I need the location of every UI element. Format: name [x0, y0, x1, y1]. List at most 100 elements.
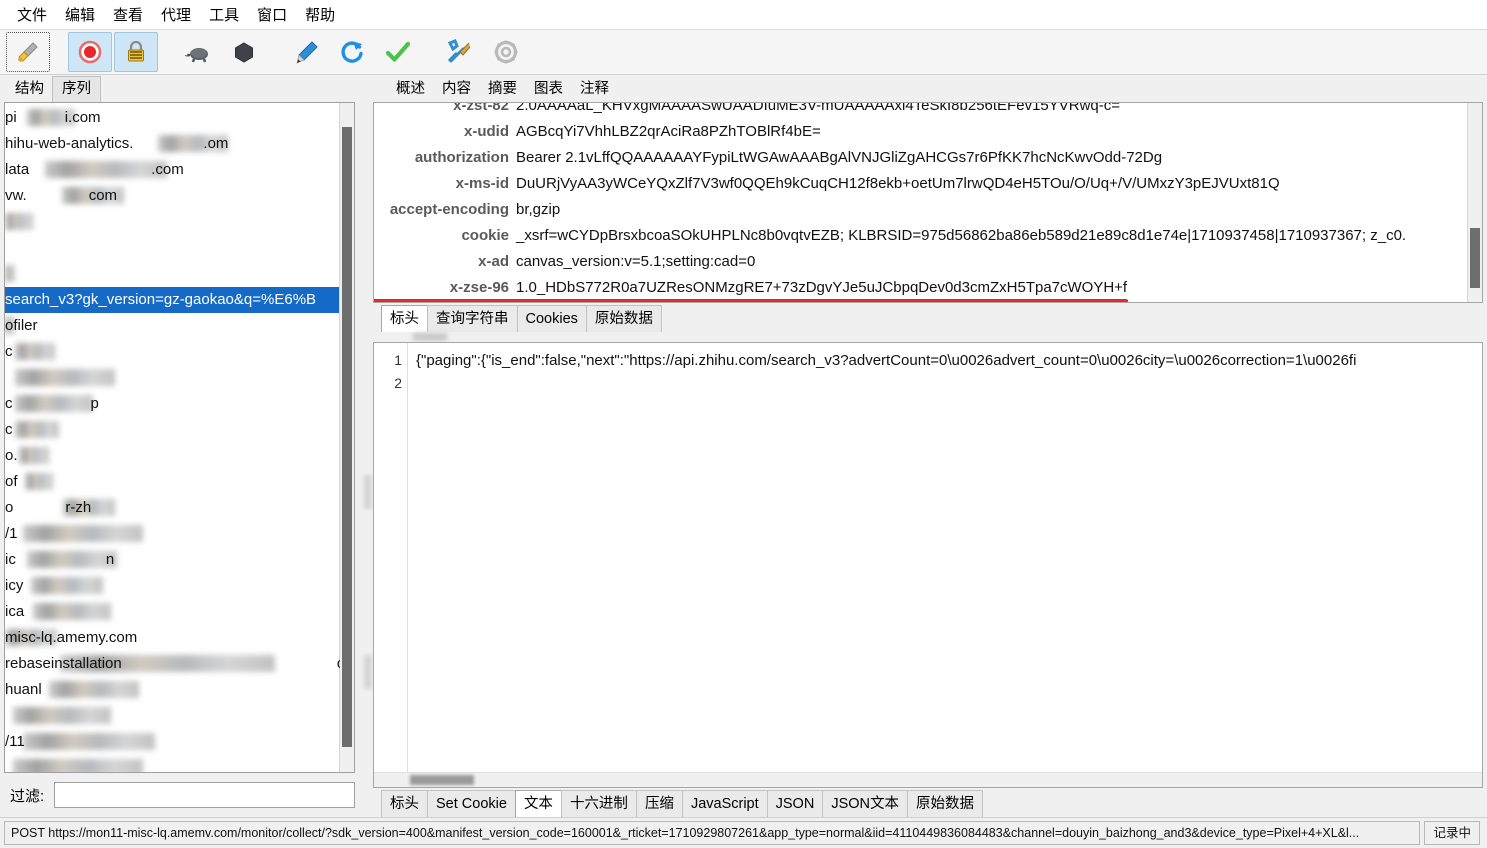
- menu-view[interactable]: 查看: [104, 1, 152, 28]
- session-tree-row[interactable]: /1: [5, 521, 340, 547]
- menu-edit[interactable]: 编辑: [56, 1, 104, 28]
- response-body-panel[interactable]: 12 {"paging":{"is_end":false,"next":"htt…: [373, 342, 1483, 788]
- session-tree-row[interactable]: rebaseinstallation om: [5, 651, 340, 677]
- subtab-json-text[interactable]: JSON文本: [822, 790, 908, 817]
- session-tree-row[interactable]: icy: [5, 573, 340, 599]
- session-tree-row[interactable]: lata .com: [5, 157, 340, 183]
- session-tree-row[interactable]: [5, 365, 340, 391]
- subtab-json[interactable]: JSON: [766, 790, 824, 817]
- session-tree-row[interactable]: ica: [5, 599, 340, 625]
- redacted-text-block: [15, 421, 59, 438]
- menu-window[interactable]: 窗口: [248, 1, 296, 28]
- header-value: br,gzip: [516, 201, 561, 218]
- tab-sequence[interactable]: 序列: [52, 76, 101, 102]
- tab-contents[interactable]: 内容: [433, 77, 480, 102]
- repeat-refresh-icon[interactable]: [330, 32, 374, 72]
- session-tree-row[interactable]: o r-zh: [5, 495, 340, 521]
- header-value: canvas_version:v=5.1;setting:cad=0: [516, 253, 756, 270]
- subtab-raw[interactable]: 原始数据: [585, 305, 662, 332]
- redacted-text-block: [49, 681, 139, 698]
- horizontal-splitter[interactable]: [373, 332, 1483, 342]
- menu-help[interactable]: 帮助: [296, 1, 344, 28]
- record-icon[interactable]: [68, 32, 112, 72]
- subtab-set-cookie[interactable]: Set Cookie: [427, 790, 516, 817]
- subtab-hex[interactable]: 十六进制: [560, 790, 637, 817]
- session-tree-row[interactable]: huanl: [5, 677, 340, 703]
- session-tree-row[interactable]: /11: [5, 729, 340, 755]
- session-tree-row[interactable]: c: [5, 339, 340, 365]
- vertical-splitter[interactable]: [363, 75, 373, 817]
- response-code-view[interactable]: 12 {"paging":{"is_end":false,"next":"htt…: [374, 343, 1482, 773]
- tab-structure[interactable]: 结构: [6, 77, 53, 102]
- header-row[interactable]: x-zse-96 1.0_HDbS772R0a7UZResONMzgRE7+73z…: [374, 275, 1468, 302]
- session-tree-row[interactable]: ofiler: [5, 313, 340, 339]
- header-row[interactable]: accept-encoding br,gzip: [374, 197, 1468, 223]
- throttle-turtle-icon[interactable]: [176, 32, 220, 72]
- session-tree-row[interactable]: [5, 235, 340, 261]
- session-tree-row[interactable]: ic n: [5, 547, 340, 573]
- session-tree-row-selected[interactable]: search_v3?gk_version=gz-gaokao&q=%E6%B: [5, 287, 340, 313]
- breakpoints-hexagon-icon[interactable]: [222, 32, 266, 72]
- subtab-raw-data[interactable]: 原始数据: [906, 790, 983, 817]
- subtab-text[interactable]: 文本: [514, 790, 562, 817]
- subtab-query-string[interactable]: 查询字符串: [427, 305, 518, 332]
- response-body-text[interactable]: {"paging":{"is_end":false,"next":"https:…: [408, 343, 1482, 773]
- session-tree-row[interactable]: [5, 703, 340, 729]
- session-tree-list[interactable]: pi i.com hihu-web-analytics. .om lata .com vw.…: [5, 103, 340, 772]
- session-tree-row[interactable]: of: [5, 469, 340, 495]
- header-row[interactable]: x-ms-id DuURjVyAA3yWCeYQxZlf7V3wf0QQEh9kC…: [374, 171, 1468, 197]
- ssl-proxying-icon[interactable]: [114, 32, 158, 72]
- tab-notes[interactable]: 注释: [571, 77, 618, 102]
- header-row[interactable]: x-udid AGBcqYi7VhhLBZ2qrAciRa8PZhTOBlRf4b…: [374, 119, 1468, 145]
- session-tree-row-label: c: [5, 395, 13, 412]
- session-tree-row[interactable]: [5, 261, 340, 287]
- tools-wrench-icon[interactable]: [438, 32, 482, 72]
- validate-check-icon[interactable]: [376, 32, 420, 72]
- filter-input[interactable]: [54, 782, 355, 808]
- headers-vertical-scrollbar[interactable]: [1467, 103, 1482, 302]
- tab-overview[interactable]: 概述: [387, 77, 434, 102]
- tab-summary[interactable]: 摘要: [479, 77, 526, 102]
- response-subtabs: 标头 Set Cookie 文本 十六进制 压缩 JavaScript JSON…: [373, 788, 1483, 817]
- subtab-javascript[interactable]: JavaScript: [681, 790, 768, 817]
- session-tree-row[interactable]: cp: [5, 391, 340, 417]
- line-number: 2: [394, 375, 402, 391]
- compose-pen-icon[interactable]: [284, 32, 328, 72]
- session-tree-row[interactable]: [5, 755, 340, 772]
- subtab-resp-headers[interactable]: 标头: [381, 790, 428, 817]
- clear-session-icon[interactable]: [6, 32, 50, 72]
- header-row[interactable]: authorization Bearer 2.1vLffQQAAAAAAYFypi…: [374, 145, 1468, 171]
- hsplitter-grip[interactable]: [413, 333, 447, 341]
- session-tree-row[interactable]: hihu-web-analytics. .om: [5, 131, 340, 157]
- request-headers-panel[interactable]: x-zst-82 2.0AAAAaL_KHVxgMAAAASwUAADIuME3V…: [373, 102, 1483, 303]
- splitter-grip-2[interactable]: [364, 655, 372, 689]
- header-row[interactable]: x-ad canvas_version:v=5.1;setting:cad=0: [374, 249, 1468, 275]
- session-tree-row[interactable]: pi i.com: [5, 105, 340, 131]
- header-row[interactable]: x-zst-82 2.0AAAAaL_KHVxgMAAAASwUAADIuME3V…: [374, 103, 1468, 119]
- subtab-cookies[interactable]: Cookies: [516, 305, 587, 332]
- splitter-grip[interactable]: [364, 475, 372, 509]
- body-horizontal-scrollbar[interactable]: [374, 772, 1482, 787]
- session-tree[interactable]: pi i.com hihu-web-analytics. .om lata .com vw.…: [4, 102, 355, 773]
- subtab-compressed[interactable]: 压缩: [635, 790, 683, 817]
- tab-chart[interactable]: 图表: [525, 77, 572, 102]
- request-headers-scroll[interactable]: x-zst-82 2.0AAAAaL_KHVxgMAAAASwUAADIuME3V…: [374, 103, 1468, 302]
- tree-scroll-thumb[interactable]: [342, 127, 352, 747]
- session-tree-row[interactable]: c: [5, 417, 340, 443]
- session-tree-row[interactable]: vw. com: [5, 183, 340, 209]
- main-split: 结构 序列 pi i.com hihu-web-analytics. .om lata.…: [0, 75, 1487, 817]
- left-panel: 结构 序列 pi i.com hihu-web-analytics. .om lata.…: [0, 75, 363, 817]
- session-tree-row[interactable]: [5, 209, 340, 235]
- session-tree-row[interactable]: misc-lq.amemy.com: [5, 625, 340, 651]
- headers-scroll-thumb[interactable]: [1470, 228, 1480, 288]
- body-hscroll-thumb[interactable]: [410, 775, 474, 785]
- header-row[interactable]: cookie _xsrf=wCYDpBrsxbcoaSOkUHPLNc8b0vqt…: [374, 223, 1468, 249]
- menu-proxy[interactable]: 代理: [152, 1, 200, 28]
- menu-tools[interactable]: 工具: [200, 1, 248, 28]
- tree-vertical-scrollbar[interactable]: [339, 103, 354, 772]
- menu-file[interactable]: 文件: [8, 1, 56, 28]
- session-tree-row[interactable]: o.: [5, 443, 340, 469]
- subtab-headers[interactable]: 标头: [381, 305, 428, 332]
- settings-gear-icon[interactable]: [484, 32, 528, 72]
- request-section: x-zst-82 2.0AAAAaL_KHVxgMAAAASwUAADIuME3V…: [373, 102, 1483, 332]
